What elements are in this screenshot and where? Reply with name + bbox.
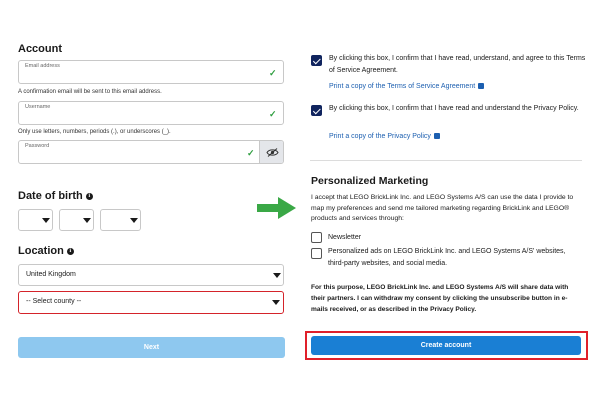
eye-off-icon bbox=[265, 147, 279, 157]
check-icon: ✓ bbox=[269, 68, 277, 78]
marketing-disclaimer: For this purpose, LEGO BrickLink Inc. an… bbox=[311, 284, 569, 313]
tos-checkbox[interactable] bbox=[311, 55, 322, 66]
chevron-down-icon bbox=[130, 218, 138, 223]
privacy-checkbox[interactable] bbox=[311, 105, 322, 116]
email-label: Email address bbox=[25, 63, 60, 69]
location-heading-text: Location bbox=[18, 245, 64, 257]
next-button[interactable]: Next bbox=[18, 337, 285, 358]
country-select[interactable]: United Kingdom bbox=[18, 264, 284, 286]
chevron-down-icon bbox=[83, 218, 91, 223]
location-heading: Location i bbox=[18, 245, 74, 257]
privacy-print-link-text: Print a copy of the Privacy Policy bbox=[329, 133, 431, 140]
privacy-print-link[interactable]: Print a copy of the Privacy Policy bbox=[329, 133, 440, 140]
toggle-password-visibility-button[interactable] bbox=[259, 141, 283, 163]
country-value: United Kingdom bbox=[26, 271, 76, 278]
chevron-down-icon bbox=[272, 300, 280, 305]
username-help-text: Only use letters, numbers, periods (.), … bbox=[18, 129, 171, 135]
dob-heading-text: Date of birth bbox=[18, 190, 83, 202]
county-value: -- Select county -- bbox=[26, 298, 82, 305]
info-icon[interactable]: i bbox=[66, 247, 74, 255]
chevron-down-icon bbox=[42, 218, 50, 223]
username-label: Username bbox=[25, 104, 51, 110]
check-icon: ✓ bbox=[269, 109, 277, 119]
tos-text: By clicking this box, I confirm that I h… bbox=[329, 55, 586, 74]
marketing-heading: Personalized Marketing bbox=[311, 175, 429, 187]
account-heading: Account bbox=[18, 43, 62, 55]
dob-month-select[interactable] bbox=[59, 209, 94, 231]
tos-print-link[interactable]: Print a copy of the Terms of Service Agr… bbox=[329, 83, 485, 90]
privacy-text: By clicking this box, I confirm that I h… bbox=[329, 105, 579, 112]
email-help-text: A confirmation email will be sent to thi… bbox=[18, 89, 162, 95]
newsletter-checkbox[interactable] bbox=[311, 232, 322, 243]
tos-print-link-text: Print a copy of the Terms of Service Agr… bbox=[329, 83, 476, 90]
create-account-button[interactable]: Create account bbox=[311, 336, 581, 355]
password-field[interactable]: Password ✓ bbox=[18, 140, 284, 164]
dob-day-select[interactable] bbox=[18, 209, 53, 231]
section-divider bbox=[310, 160, 582, 161]
personalized-ads-checkbox[interactable] bbox=[311, 248, 322, 259]
newsletter-label: Newsletter bbox=[328, 234, 362, 241]
personalized-ads-label: Personalized ads on LEGO BrickLink Inc. … bbox=[328, 248, 566, 267]
external-link-icon bbox=[433, 133, 440, 139]
username-field[interactable]: Username ✓ bbox=[18, 101, 284, 125]
info-icon[interactable]: i bbox=[85, 192, 93, 200]
check-icon: ✓ bbox=[247, 148, 255, 158]
dob-heading: Date of birth i bbox=[18, 190, 93, 202]
arrow-right-icon bbox=[257, 197, 296, 219]
chevron-down-icon bbox=[273, 273, 281, 278]
county-select[interactable]: -- Select county -- bbox=[18, 291, 284, 314]
email-field[interactable]: Email address ✓ bbox=[18, 60, 284, 84]
password-label: Password bbox=[25, 143, 50, 149]
marketing-intro: I accept that LEGO BrickLink Inc. and LE… bbox=[311, 194, 574, 222]
dob-year-select[interactable] bbox=[100, 209, 141, 231]
external-link-icon bbox=[478, 83, 485, 89]
